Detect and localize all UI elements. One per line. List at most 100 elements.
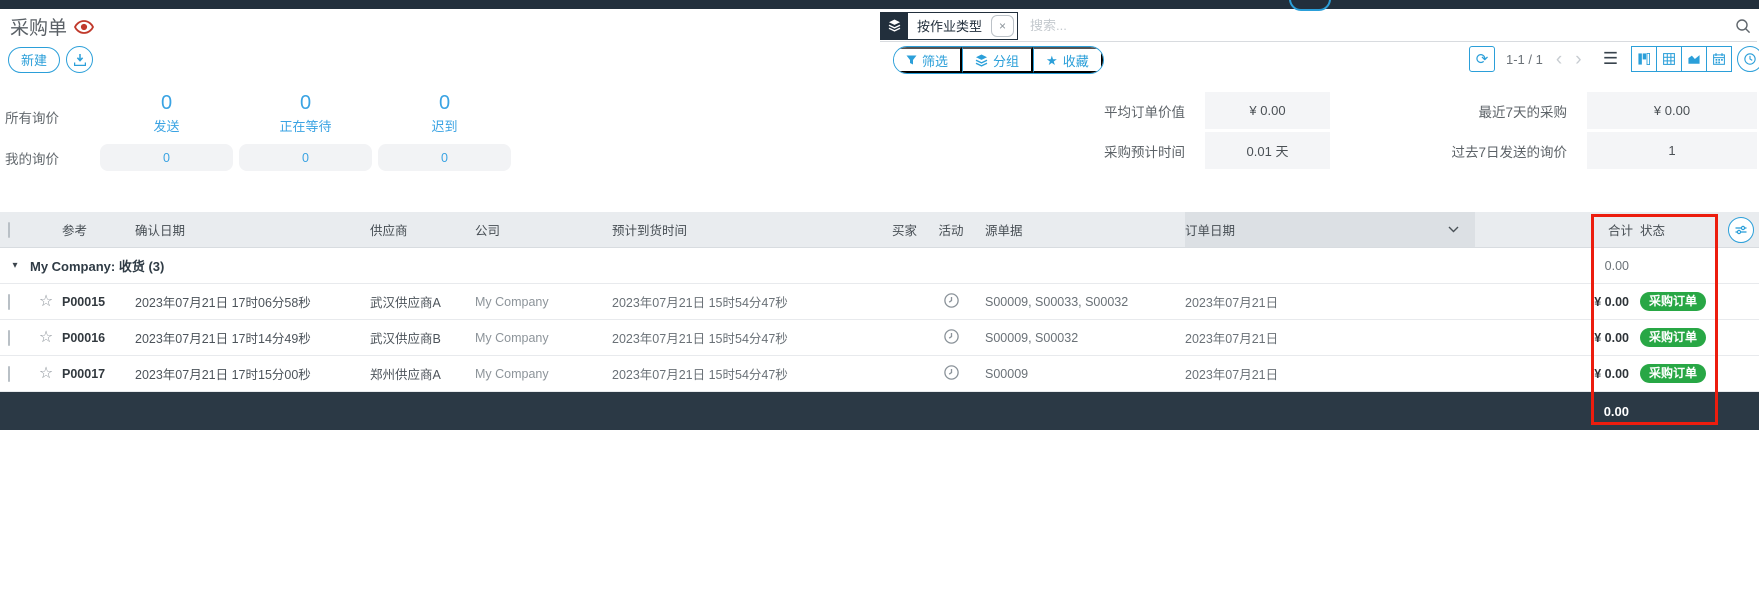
layers-icon — [975, 54, 988, 67]
my-stat-waiting[interactable]: 0 — [239, 144, 372, 171]
table-row[interactable]: ☆ P00015 2023年07月21日 17时06分58秒 武汉供应商A My… — [0, 284, 1759, 320]
cell-vendor: 武汉供应商B — [370, 328, 475, 347]
cell-source-document: S00009, S00033, S00032 — [985, 295, 1185, 309]
activity-view-button[interactable] — [1737, 46, 1759, 72]
cell-company: My Company — [475, 295, 612, 309]
cell-total: ¥ 0.00 — [1536, 331, 1633, 345]
page-title: 采购单 — [10, 13, 94, 40]
stat-sent[interactable]: 0 发送 — [97, 90, 236, 143]
clock-icon — [1744, 52, 1756, 66]
my-stat-sent[interactable]: 0 — [100, 144, 233, 171]
cell-reference[interactable]: P00016 — [62, 331, 135, 345]
column-header-total[interactable]: 合计 — [1536, 220, 1633, 239]
chevron-down-icon — [1448, 226, 1459, 233]
column-header-order-date[interactable]: 订单日期 — [1185, 212, 1475, 247]
cell-order-date: 2023年07月21日 — [1185, 364, 1475, 383]
cell-source-document: S00009 — [985, 367, 1185, 381]
favorite-star-icon[interactable]: ☆ — [30, 294, 62, 310]
group-subtotal: 0.00 — [1536, 259, 1633, 273]
column-header-status[interactable]: 状态 — [1633, 220, 1718, 239]
cell-activity[interactable] — [917, 329, 985, 347]
list-icon: ☰ — [1603, 49, 1618, 69]
page-title-text: 采购单 — [10, 13, 67, 40]
cell-activity[interactable] — [917, 293, 985, 311]
search-facet: 按作业类型 × — [880, 12, 1018, 40]
search-bar: 按作业类型 × — [880, 10, 1757, 42]
eye-icon — [74, 20, 94, 34]
chevron-right-icon[interactable]: › — [1575, 50, 1581, 69]
my-stat-late[interactable]: 0 — [378, 144, 511, 171]
list-view-button[interactable]: ☰ — [1598, 46, 1624, 72]
filter-funnel-icon — [906, 55, 917, 66]
status-badge[interactable]: 采购订单 — [1640, 328, 1706, 348]
area-chart-icon — [1688, 53, 1700, 65]
cell-confirm-date: 2023年07月21日 17时06分58秒 — [135, 292, 370, 311]
group-by-button[interactable]: 分组 — [962, 47, 1033, 73]
select-all-checkbox[interactable] — [8, 222, 10, 238]
column-header-expected-arrival[interactable]: 预计到货时间 — [612, 220, 872, 239]
cell-activity[interactable] — [917, 365, 985, 383]
table-row[interactable]: ☆ P00016 2023年07月21日 17时14分49秒 武汉供应商B My… — [0, 320, 1759, 356]
refresh-icon: ⟳ — [1476, 50, 1489, 68]
search-icon[interactable] — [1735, 18, 1751, 34]
remove-facet-button[interactable]: × — [991, 15, 1014, 37]
column-settings-button[interactable] — [1728, 217, 1754, 243]
cell-total: ¥ 0.00 — [1536, 295, 1633, 309]
column-header-source-document[interactable]: 源单据 — [985, 220, 1185, 239]
pivot-view-button[interactable] — [1656, 46, 1682, 72]
row-checkbox[interactable] — [8, 330, 10, 346]
favorite-star-icon[interactable]: ☆ — [30, 366, 62, 382]
cell-reference[interactable]: P00015 — [62, 295, 135, 309]
new-button[interactable]: 新建 — [8, 47, 60, 73]
star-icon: ★ — [1046, 54, 1058, 67]
row-checkbox[interactable] — [8, 366, 10, 382]
table-row[interactable]: ☆ P00017 2023年07月21日 17时15分00秒 郑州供应商A My… — [0, 356, 1759, 392]
group-label[interactable]: My Company: 收货 (3) — [30, 256, 1475, 275]
column-header-vendor[interactable]: 供应商 — [370, 220, 475, 239]
status-badge[interactable]: 采购订单 — [1640, 292, 1706, 312]
favorite-star-icon[interactable]: ☆ — [30, 330, 62, 346]
cell-expected-arrival: 2023年07月21日 15时54分47秒 — [612, 328, 872, 347]
calendar-view-button[interactable] — [1706, 46, 1732, 72]
rfq-dashboard: 所有询价 0 发送 0 正在等待 0 迟到 我的询价 0 0 0 — [5, 90, 514, 172]
column-header-buyer[interactable]: 买家 — [872, 220, 917, 239]
kpi-purchases-last-7-days: 最近7天的采购 ¥ 0.00 — [1332, 92, 1757, 129]
group-row[interactable]: ▾ My Company: 收货 (3) 0.00 — [0, 248, 1759, 284]
chevron-left-icon[interactable]: ‹ — [1556, 50, 1562, 69]
favorites-button[interactable]: ★ 收藏 — [1033, 47, 1103, 73]
status-badge[interactable]: 采购订单 — [1640, 364, 1706, 384]
pivot-table-icon — [1663, 52, 1675, 66]
column-header-activity[interactable]: 活动 — [917, 220, 985, 239]
column-header-reference[interactable]: 参考 — [62, 220, 135, 239]
graph-view-button[interactable] — [1681, 46, 1707, 72]
purchase-order-list: 参考 确认日期 供应商 公司 预计到货时间 买家 活动 源单据 订单日期 合计 … — [0, 212, 1759, 430]
activity-clock-icon — [944, 293, 959, 308]
calendar-icon — [1713, 52, 1725, 66]
column-header-company[interactable]: 公司 — [475, 220, 612, 239]
cell-confirm-date: 2023年07月21日 17时14分49秒 — [135, 328, 370, 347]
search-input[interactable] — [1018, 13, 1735, 39]
download-button[interactable] — [66, 46, 93, 73]
pager-range: 1-1 / 1 — [1506, 52, 1543, 67]
refresh-button[interactable]: ⟳ — [1469, 46, 1495, 72]
kpi-avg-order-value: 平均订单价值 ¥ 0.00 — [860, 92, 1330, 129]
cell-expected-arrival: 2023年07月21日 15时54分47秒 — [612, 292, 872, 311]
stat-late[interactable]: 0 迟到 — [375, 90, 514, 143]
all-rfq-label: 所有询价 — [5, 90, 97, 143]
action-buttons: 新建 — [8, 46, 93, 73]
cell-total: ¥ 0.00 — [1536, 367, 1633, 381]
my-rfq-label: 我的询价 — [5, 143, 97, 172]
kpi-purchase-lead-time: 采购预计时间 0.01 天 — [860, 132, 1330, 169]
filter-button[interactable]: 筛选 — [894, 47, 962, 73]
cell-reference[interactable]: P00017 — [62, 367, 135, 381]
stat-waiting[interactable]: 0 正在等待 — [236, 90, 375, 143]
cell-vendor: 武汉供应商A — [370, 292, 475, 311]
download-icon — [74, 54, 86, 66]
row-checkbox[interactable] — [8, 294, 10, 310]
kpi-column-left: 平均订单价值 ¥ 0.00 采购预计时间 0.01 天 — [860, 92, 1330, 172]
cell-order-date: 2023年07月21日 — [1185, 328, 1475, 347]
caret-down-icon[interactable]: ▾ — [0, 260, 30, 271]
kanban-view-button[interactable] — [1631, 46, 1657, 72]
cell-confirm-date: 2023年07月21日 17时15分00秒 — [135, 364, 370, 383]
column-header-confirm-date[interactable]: 确认日期 — [135, 220, 370, 239]
